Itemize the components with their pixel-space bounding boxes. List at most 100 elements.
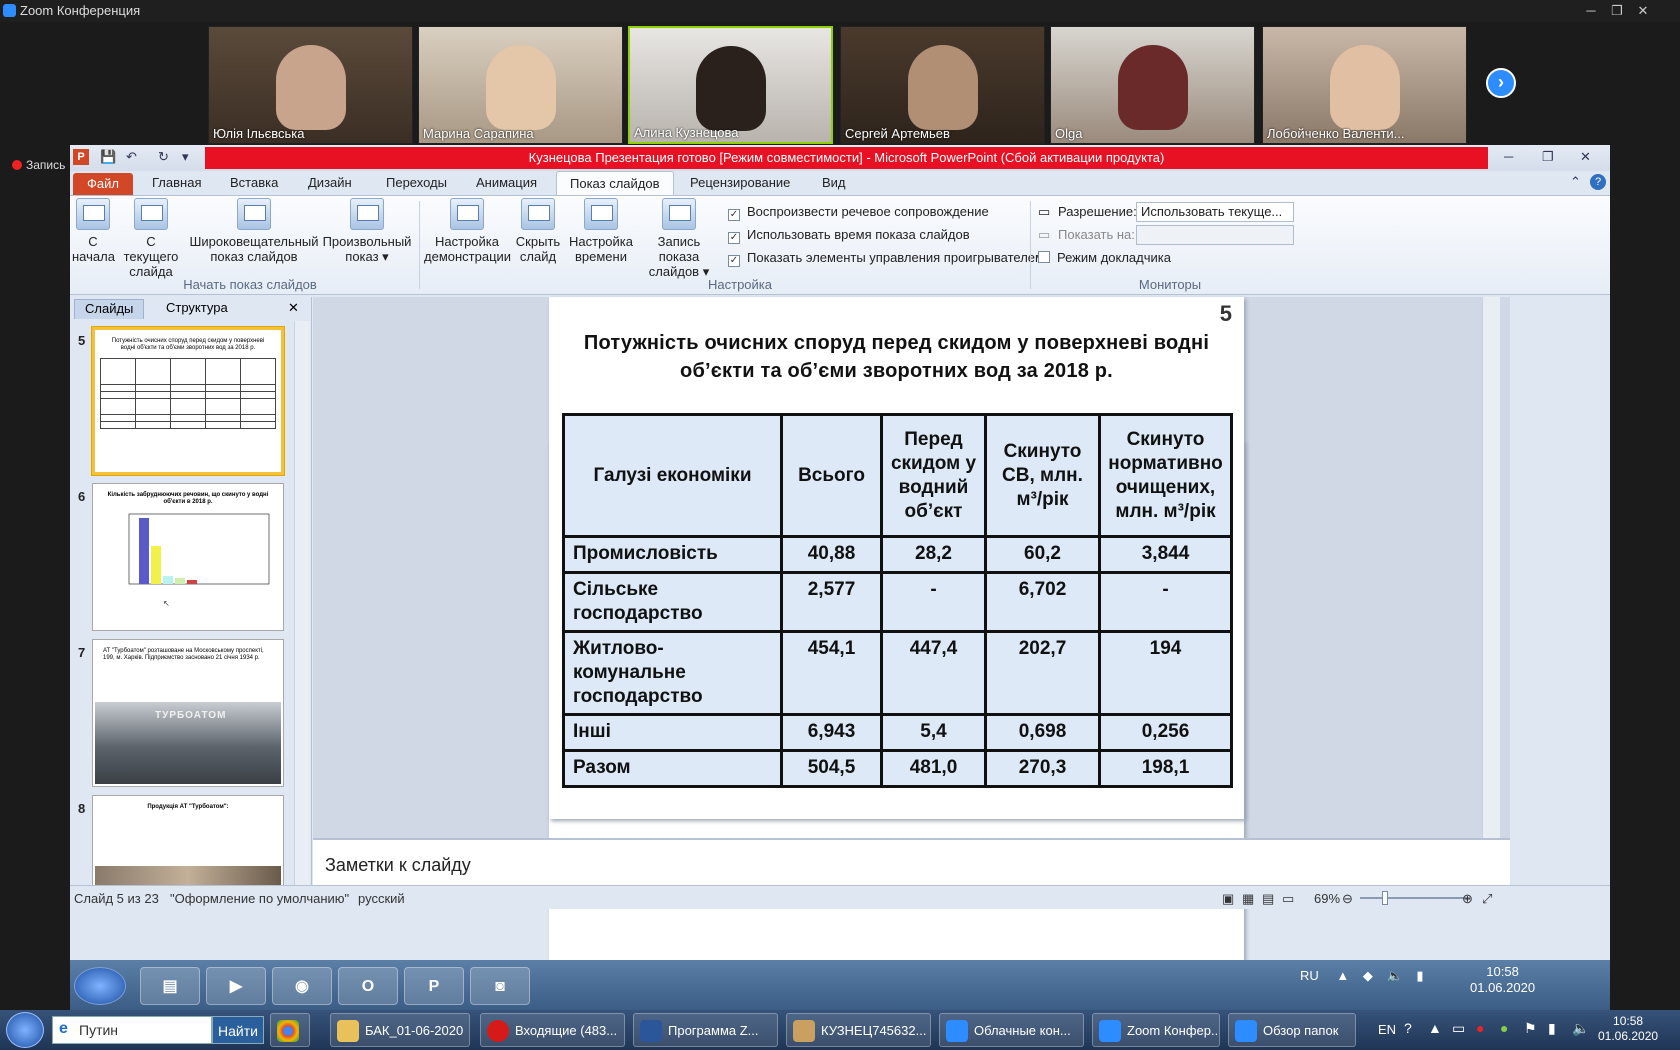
participant-tile[interactable]: Olga xyxy=(1050,26,1255,144)
help-icon[interactable]: ? xyxy=(1590,174,1606,190)
zoom-slider[interactable] xyxy=(1360,897,1470,899)
taskbar-item[interactable]: Обзор папок xyxy=(1228,1013,1356,1047)
theme-name[interactable]: "Оформление по умолчанию" xyxy=(170,891,349,906)
taskbar-item[interactable]: Входящие (483... xyxy=(480,1013,625,1047)
slide-sorter-icon[interactable]: ▦ xyxy=(1242,891,1254,907)
participant-tile[interactable]: Юлія Ільєвська xyxy=(208,26,413,144)
participant-tile[interactable]: Сергей Артемьев xyxy=(840,26,1045,144)
slideshow-view-icon[interactable]: ▭ xyxy=(1282,891,1294,907)
use-timings-checkbox[interactable]: ✓ Использовать время показа слайдов xyxy=(728,227,970,244)
flag-icon[interactable]: ⚑ xyxy=(1524,1020,1537,1037)
presenter-view-checkbox[interactable]: Режим докладчика xyxy=(1038,250,1171,265)
participant-video xyxy=(695,46,766,131)
slide-thumbnail[interactable]: АТ "Турбоатом" розташоване на Московсько… xyxy=(92,639,284,787)
opera-tray-icon[interactable]: ● xyxy=(1476,1020,1484,1036)
tab-file[interactable]: Файл xyxy=(73,173,133,195)
tab-animations[interactable]: Анимация xyxy=(476,175,537,190)
tab-view[interactable]: Вид xyxy=(822,175,846,190)
customize-quick-access-icon[interactable]: ▾ xyxy=(182,149,189,165)
network-icon[interactable]: ▮ xyxy=(1416,968,1423,983)
tab-design[interactable]: Дизайн xyxy=(308,175,352,190)
powerpoint-icon[interactable]: P xyxy=(404,967,464,1005)
custom-slideshow-button[interactable]: Произвольный показ ▾ xyxy=(320,198,414,264)
zoom-out-icon[interactable]: ⊖ xyxy=(1342,891,1353,907)
minimize-ribbon-icon[interactable]: ⌃ xyxy=(1570,174,1581,190)
slide-thumbnail[interactable]: Кількість забруднюючих речовин, що скину… xyxy=(92,483,284,631)
taskbar-item[interactable]: Zoom Конфер... xyxy=(1092,1013,1220,1047)
tab-transitions[interactable]: Переходы xyxy=(386,175,447,190)
find-button[interactable]: Найти xyxy=(212,1016,264,1044)
clock[interactable]: 10:58 01.06.2020 xyxy=(1598,1014,1658,1044)
close-button[interactable]: ✕ xyxy=(1630,2,1656,20)
save-icon[interactable]: 💾 xyxy=(100,149,116,165)
slides-panel-scrollbar[interactable] xyxy=(294,321,310,889)
tab-insert[interactable]: Вставка xyxy=(230,175,278,190)
participant-tile[interactable]: Марина Сарапина xyxy=(418,26,623,144)
broadcast-slideshow-button[interactable]: Широковещательный показ слайдов xyxy=(188,198,320,264)
participant-tile[interactable]: Лобойченко Валенти... xyxy=(1262,26,1467,144)
taskbar-item[interactable]: Облачные кон... xyxy=(939,1013,1084,1047)
zoom-app-icon[interactable]: ◙ xyxy=(470,967,530,1005)
slide-area-scrollbar[interactable] xyxy=(1482,297,1500,852)
help-icon[interactable]: ? xyxy=(1404,1020,1412,1036)
slide-thumbnail-selected[interactable]: Потужність очисних споруд перед скидом у… xyxy=(92,327,284,475)
tab-review[interactable]: Рецензирование xyxy=(690,175,790,190)
show-on-dropdown[interactable] xyxy=(1136,225,1294,245)
tab-home[interactable]: Главная xyxy=(152,175,201,190)
tray-arrow-icon[interactable]: ▲ xyxy=(1428,1020,1442,1036)
volume-icon[interactable]: 🔈 xyxy=(1387,968,1403,983)
record-slideshow-button[interactable]: Запись показа слайдов ▾ xyxy=(636,198,722,279)
zoom-in-icon[interactable]: ⊕ xyxy=(1462,891,1473,907)
normal-view-icon[interactable]: ▣ xyxy=(1222,891,1234,907)
close-panel-icon[interactable]: ✕ xyxy=(286,299,301,319)
tab-slide-show[interactable]: Показ слайдов xyxy=(556,171,674,196)
from-beginning-button[interactable]: С начала xyxy=(72,198,115,264)
reading-view-icon[interactable]: ▤ xyxy=(1262,891,1274,907)
language-indicator[interactable]: EN xyxy=(1378,1022,1396,1037)
update-icon[interactable]: ● xyxy=(1500,1020,1508,1036)
play-narrations-checkbox[interactable]: ✓ Воспроизвести речевое сопровождение xyxy=(728,204,989,221)
start-button-icon[interactable] xyxy=(74,967,126,1005)
hide-slide-button[interactable]: Скрыть слайд xyxy=(514,198,562,264)
undo-icon[interactable]: ↶ xyxy=(126,149,137,165)
language-indicator[interactable]: RU xyxy=(1300,968,1319,983)
dropbox-icon[interactable]: ◆ xyxy=(1363,968,1373,983)
participant-tile-active-speaker[interactable]: Алина Кузнецова xyxy=(628,26,833,144)
next-page-arrow-icon[interactable]: › xyxy=(1486,68,1516,98)
search-input[interactable]: e Путин xyxy=(52,1016,212,1044)
restore-button[interactable]: ❐ xyxy=(1542,149,1554,165)
redo-icon[interactable]: ↻ xyxy=(158,149,169,165)
close-button[interactable]: ✕ xyxy=(1580,149,1591,165)
restore-button[interactable]: ❐ xyxy=(1604,2,1630,20)
remote-clock[interactable]: 10:58 01.06.2020 xyxy=(1470,964,1535,996)
tab-outline[interactable]: Структура xyxy=(156,299,238,319)
show-media-controls-checkbox[interactable]: ✓ Показать элементы управления проигрыват… xyxy=(728,250,1044,267)
from-current-slide-button[interactable]: С текущего слайда xyxy=(118,198,184,279)
volume-icon[interactable]: 🔈 xyxy=(1572,1020,1589,1037)
fit-slide-icon[interactable]: ⤢ xyxy=(1482,891,1492,907)
file-explorer-icon[interactable]: ▤ xyxy=(140,967,200,1005)
tray-arrow-icon[interactable]: ▲ xyxy=(1336,968,1349,983)
language-indicator[interactable]: русский xyxy=(358,891,405,906)
slide-thumbnail[interactable]: Продукція АТ "Турбоатом": xyxy=(92,795,284,891)
network-icon[interactable]: ▮ xyxy=(1548,1020,1556,1037)
minimize-button[interactable]: ─ xyxy=(1578,2,1604,20)
taskbar-item[interactable]: Программа Z... xyxy=(633,1013,778,1047)
media-player-icon[interactable]: ▶ xyxy=(206,967,266,1005)
chrome-taskbar-icon[interactable] xyxy=(270,1013,310,1047)
rehearse-timings-button[interactable]: Настройка времени xyxy=(568,198,634,264)
zoom-level[interactable]: 69% xyxy=(1314,891,1340,906)
opera-icon[interactable]: O xyxy=(338,967,398,1005)
recording-indicator[interactable]: Запись xyxy=(12,158,65,172)
taskbar-item[interactable]: БАК_01-06-2020 xyxy=(330,1013,470,1047)
chrome-icon[interactable]: ◉ xyxy=(272,967,332,1005)
notes-pane[interactable]: Заметки к слайду xyxy=(313,838,1510,888)
windows-start-icon[interactable] xyxy=(6,1012,44,1048)
minimize-button[interactable]: ─ xyxy=(1504,149,1513,164)
set-up-slideshow-button[interactable]: Настройка демонстрации xyxy=(424,198,511,264)
resolution-dropdown[interactable]: Использовать текуще... xyxy=(1136,202,1294,222)
zoom-slider-thumb[interactable] xyxy=(1382,891,1388,905)
monitor-icon[interactable]: ▭ xyxy=(1452,1020,1465,1037)
tab-slides[interactable]: Слайды xyxy=(74,299,145,319)
taskbar-item[interactable]: КУЗНЕЦ745632... xyxy=(786,1013,931,1047)
